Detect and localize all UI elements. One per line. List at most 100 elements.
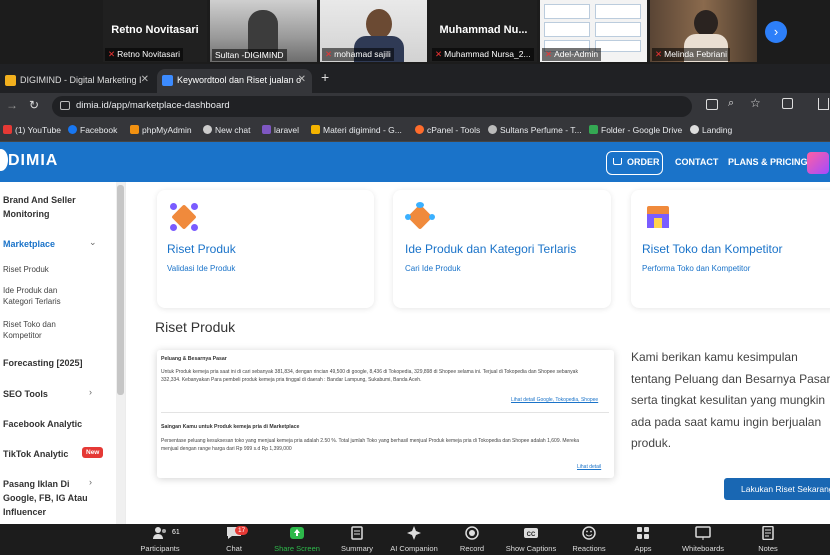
sidebar-subitem-riset-produk[interactable]: Riset Produk	[3, 264, 49, 275]
google-drive-icon	[311, 125, 320, 134]
tab-title: DIGIMIND - Digital Marketing I	[20, 75, 142, 85]
browser-tab-bar: DIGIMIND - Digital Marketing I ✕ Keyword…	[0, 64, 830, 93]
bookmark-laravel[interactable]: laravel	[262, 125, 299, 135]
card-title: Ide Produk dan Kategori Terlaris	[405, 242, 577, 256]
sidebar-item-marketplace[interactable]: Marketplace	[3, 237, 55, 251]
chevron-right-icon[interactable]: ›	[89, 477, 92, 487]
sidebar-item-pasang-iklan[interactable]: Pasang Iklan Di Google, FB, IG Atau Infl…	[3, 477, 103, 519]
sidebar-item-tiktok-analytic[interactable]: TikTok Analytic	[3, 447, 68, 461]
new-tab-button[interactable]: +	[321, 69, 329, 85]
logo-block	[544, 4, 590, 19]
card-riset-toko[interactable]: Riset Toko dan Kompetitor Performa Toko …	[631, 190, 830, 308]
lakukan-riset-button[interactable]: Lakukan Riset Sekarang	[724, 478, 830, 500]
person-head	[366, 9, 392, 39]
dimia-favicon-icon	[162, 75, 173, 86]
mic-muted-icon: ✕	[435, 49, 443, 59]
youtube-icon	[3, 125, 12, 134]
participant-tile[interactable]: ✕ Melinda Febriani	[650, 0, 757, 62]
whiteboards-button[interactable]: Whiteboards	[668, 526, 738, 555]
preview-heading: Saingan Kamu untuk Produk kemeja pria di…	[161, 424, 300, 430]
summary-icon	[349, 526, 365, 540]
sidebar: Brand And Seller Monitoring Marketplace …	[0, 182, 126, 524]
forward-icon[interactable]: →	[6, 98, 18, 112]
bookmark-star-icon[interactable]: ☆	[750, 96, 761, 110]
bookmark-facebook[interactable]: Facebook	[68, 125, 117, 135]
facebook-icon	[68, 125, 77, 134]
sidebar-scrollbar-thumb[interactable]	[117, 185, 124, 395]
chat-button[interactable]: Chat	[199, 526, 269, 555]
participants-button[interactable]: Participants	[125, 526, 195, 555]
participant-name: Retno Novitasari	[111, 24, 199, 36]
globe-icon	[488, 125, 497, 134]
chevron-right-icon: ›	[773, 24, 779, 39]
participant-label: Sultan -DIGIMIND	[212, 49, 287, 61]
sidebar-subitem-riset-toko[interactable]: Riset Toko dan Kompetitor	[3, 319, 78, 341]
browser-tab[interactable]: DIGIMIND - Digital Marketing I ✕	[0, 69, 155, 93]
chevron-down-icon[interactable]: ⌄	[89, 237, 97, 248]
next-participants-button[interactable]: ›	[765, 21, 787, 43]
site-logo[interactable]: DIMIA	[0, 149, 58, 171]
card-riset-produk[interactable]: Riset Produk Validasi Ide Produk	[157, 190, 374, 308]
preview-detail-links[interactable]: Lihat detail Google, Tokopedia, Shopee	[511, 397, 598, 403]
wordpress-icon	[690, 125, 699, 134]
bookmark-google-drive[interactable]: Folder - Google Drive	[589, 125, 682, 135]
site-info-icon[interactable]	[60, 101, 70, 110]
svg-text:CC: CC	[527, 532, 536, 538]
bookmark-youtube[interactable]: (1) YouTube	[3, 125, 61, 135]
chat-icon	[203, 125, 212, 134]
user-avatar[interactable]	[807, 152, 829, 174]
sidebar-item-seo-tools[interactable]: SEO Tools	[3, 387, 48, 401]
mic-muted-icon: ✕	[545, 49, 553, 59]
bookmark-sultans-perfume[interactable]: Sultans Perfume - T...	[488, 125, 582, 135]
bookmark-phpmyadmin[interactable]: phpMyAdmin	[130, 125, 192, 135]
notes-button[interactable]: Notes	[733, 525, 803, 555]
bookmark-landing[interactable]: Landing	[690, 125, 732, 135]
downloads-icon[interactable]	[818, 98, 829, 110]
card-subtitle: Cari Ide Produk	[405, 264, 461, 273]
participant-tile[interactable]: ✕ mohamad sajili	[320, 0, 427, 62]
preview-detail-link[interactable]: Lihat detail	[577, 464, 601, 470]
browser-tab-active[interactable]: Keywordtool dan Riset jualan o ✕	[157, 69, 312, 93]
card-subtitle: Validasi Ide Produk	[167, 264, 236, 273]
participant-tile[interactable]: Sultan -DIGIMIND	[210, 0, 317, 62]
close-tab-icon[interactable]: ✕	[141, 74, 149, 85]
logo-block	[595, 4, 641, 19]
section-title: Riset Produk	[155, 319, 236, 335]
card-ide-produk[interactable]: Ide Produk dan Kategori Terlaris Cari Id…	[393, 190, 611, 308]
digimind-favicon-icon	[5, 75, 16, 86]
browser-toolbar: → ↻ dimia.id/app/marketplace-dashboard ⌕…	[0, 93, 830, 120]
order-button[interactable]: ORDER	[606, 151, 663, 175]
sidebar-item-facebook-analytic[interactable]: Facebook Analytic	[3, 417, 82, 431]
install-app-icon[interactable]	[706, 99, 718, 110]
sidebar-item-brand-seller[interactable]: Brand And Seller Monitoring	[3, 193, 103, 221]
sidebar-item-forecasting[interactable]: Forecasting [2025]	[3, 356, 83, 370]
cart-icon	[613, 158, 622, 165]
participant-tile[interactable]: Retno Novitasari ✕ Retno Novitasari	[103, 0, 207, 62]
close-tab-icon[interactable]: ✕	[298, 74, 306, 85]
laravel-icon	[262, 125, 271, 134]
participant-name: Muhammad Nu...	[439, 24, 528, 36]
bookmarks-bar: (1) YouTube Facebook phpMyAdmin New chat…	[0, 120, 830, 142]
tab-title: Keywordtool dan Riset jualan o	[177, 75, 302, 85]
reload-icon[interactable]: ↻	[29, 98, 39, 112]
sidebar-subitem-ide-produk[interactable]: Ide Produk dan Kategori Terlaris	[3, 285, 83, 307]
phpmyadmin-icon	[130, 125, 139, 134]
zoom-icon[interactable]: ⌕	[728, 97, 734, 110]
bookmark-cpanel[interactable]: cPanel - Tools	[415, 125, 480, 135]
notes-icon	[760, 525, 776, 541]
contact-link[interactable]: CONTACT	[675, 157, 718, 167]
bookmark-new-chat[interactable]: New chat	[203, 125, 250, 135]
plans-pricing-link[interactable]: PLANS & PRICING	[728, 157, 808, 167]
card-title: Riset Produk	[167, 242, 236, 256]
extensions-icon[interactable]	[782, 98, 793, 109]
participant-count: 61	[172, 529, 180, 536]
participant-tile[interactable]: ✕ Adel-Admin	[540, 0, 647, 62]
address-bar[interactable]: dimia.id/app/marketplace-dashboard	[52, 96, 692, 117]
url-text: dimia.id/app/marketplace-dashboard	[76, 100, 230, 111]
bookmark-materi-digimind[interactable]: Materi digimind - G...	[311, 125, 402, 135]
mic-muted-icon: ✕	[108, 49, 116, 59]
chevron-right-icon[interactable]: ›	[89, 387, 92, 397]
participant-tile[interactable]: Muhammad Nu... ✕ Muhammad Nursa_2...	[430, 0, 537, 62]
cpanel-icon	[415, 125, 424, 134]
participant-label: ✕ Retno Novitasari	[105, 48, 183, 61]
